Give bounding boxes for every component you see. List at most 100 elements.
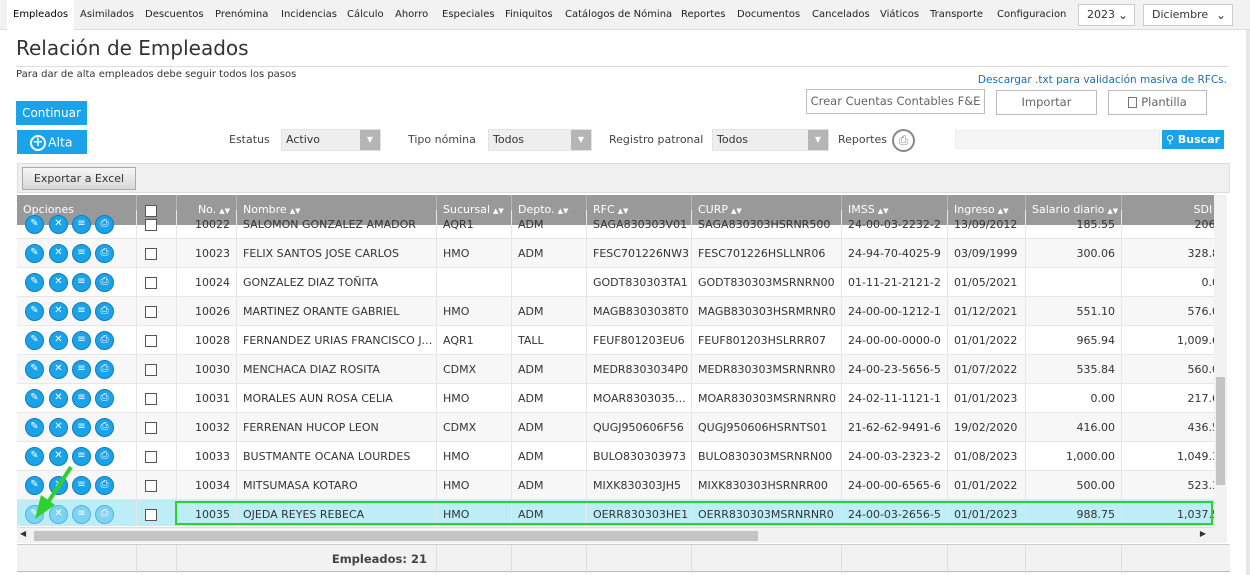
- registro-patronal-select[interactable]: Todos ▼: [712, 129, 829, 151]
- nav-cancelados[interactable]: Cancelados: [812, 0, 870, 30]
- cell-ingreso: 01/05/2021: [948, 268, 1026, 297]
- cell-sucursal: CDMX: [437, 355, 512, 384]
- cell-salario: 185.55: [1026, 210, 1122, 239]
- search-icon: ⚲: [1165, 133, 1175, 146]
- row-checkbox[interactable]: [145, 393, 157, 405]
- search-input[interactable]: [955, 130, 1160, 149]
- table-row[interactable]: ✎ ✕ ≡ ⎙ 10033 BUSTMANTE OCANA LOURDES HMO ADM BU…: [17, 442, 1214, 471]
- printer-icon[interactable]: ⎙: [892, 129, 915, 152]
- cell-depto: ADM: [512, 471, 587, 500]
- year-select[interactable]: 2023 ⌄: [1078, 4, 1135, 26]
- table-row[interactable]: ✎ ✕ ≡ ⎙ 10028 FERNANDEZ URIAS FRANCISCO JA...…: [17, 326, 1214, 355]
- cell-salario: 1,000.00: [1026, 442, 1122, 471]
- nav-documentos[interactable]: Documentos: [737, 0, 800, 30]
- cell-nombre: MORALES AUN ROSA CELIA: [237, 384, 437, 413]
- vertical-scroll-thumb[interactable]: [1216, 377, 1225, 485]
- nav-catalogos[interactable]: Catálogos de Nómina: [565, 0, 672, 30]
- table-row[interactable]: ✎ ✕ ≡ ⎙ 10023 FELIX SANTOS JOSE CARLOS HMO ADM F…: [17, 239, 1214, 268]
- tipo-nomina-label: Tipo nómina: [408, 133, 476, 146]
- cell-ingreso: 01/07/2022: [948, 355, 1026, 384]
- nav-finiquitos[interactable]: Finiquitos: [505, 0, 553, 30]
- cell-salario: 535.84: [1026, 355, 1122, 384]
- table-row[interactable]: ✎ ✕ ≡ ⎙ 10032 FERRENAN HUCOP LEON CDMX ADM QUGJ9…: [17, 413, 1214, 442]
- row-checkbox[interactable]: [145, 364, 157, 376]
- estatus-select[interactable]: Activo ▼: [281, 129, 381, 151]
- cell-rfc: GODT830303TA1: [587, 268, 692, 297]
- cell-sucursal: HMO: [437, 297, 512, 326]
- plantilla-label: Plantilla: [1141, 95, 1187, 109]
- row-select-cell: [137, 384, 177, 413]
- nav-configuracion[interactable]: Configuracion: [997, 0, 1066, 30]
- nav-ahorro[interactable]: Ahorro: [395, 0, 428, 30]
- row-checkbox[interactable]: [145, 219, 157, 231]
- importar-button[interactable]: Importar: [996, 90, 1097, 115]
- row-checkbox[interactable]: [145, 509, 157, 521]
- nav-descuentos[interactable]: Descuentos: [145, 0, 204, 30]
- cell-imss: 21-62-62-9491-6: [842, 413, 948, 442]
- scroll-left-icon[interactable]: ◀: [20, 529, 26, 538]
- cell-rfc: MEDR8303034P0: [587, 355, 692, 384]
- table-row[interactable]: ✎ ✕ ≡ ⎙ 10026 MARTINEZ ORANTE GABRIEL HMO ADM MA…: [17, 297, 1214, 326]
- nav-prenomina[interactable]: Prenómina: [215, 0, 268, 30]
- table-row[interactable]: ✎ ✕ ≡ ⎙ 10031 MORALES AUN ROSA CELIA HMO ADM MOA…: [17, 384, 1214, 413]
- cell-imss: 24-00-03-2323-2: [842, 442, 948, 471]
- continuar-button[interactable]: Continuar: [16, 101, 87, 125]
- cell-sdi: 206.7: [1122, 210, 1215, 239]
- row-select-cell: [137, 500, 177, 526]
- highlight-box: [175, 501, 1213, 525]
- table-row[interactable]: ✎ ✕ ≡ ⎙ 10024 GONZALEZ DIAZ TOÑITA GODT830303T…: [17, 268, 1214, 297]
- cell-depto: ADM: [512, 384, 587, 413]
- table-row[interactable]: ✎ ✕ ≡ ⎙ 10022 SALOMON GONZALEZ AMADOR AQR1 ADM S…: [17, 210, 1214, 239]
- vertical-scrollbar[interactable]: [1214, 195, 1227, 543]
- plantilla-button[interactable]: Plantilla: [1108, 90, 1207, 115]
- row-checkbox[interactable]: [145, 277, 157, 289]
- cell-salario: 0.00: [1026, 384, 1122, 413]
- alta-button[interactable]: + Alta: [17, 130, 87, 154]
- nav-transporte[interactable]: Transporte: [930, 0, 983, 30]
- horizontal-scroll-thumb[interactable]: [34, 531, 758, 541]
- footer-cell: [512, 545, 587, 573]
- nav-reportes[interactable]: Reportes: [681, 0, 726, 30]
- cell-rfc: FESC701226NW3: [587, 239, 692, 268]
- cell-sucursal: HMO: [437, 239, 512, 268]
- cell-sucursal: HMO: [437, 471, 512, 500]
- tipo-nomina-select[interactable]: Todos ▼: [488, 129, 592, 151]
- row-checkbox[interactable]: [145, 306, 157, 318]
- month-select[interactable]: Diciembre ⌄: [1143, 4, 1233, 26]
- row-select-cell: [137, 442, 177, 471]
- page-title: Relación de Empleados: [16, 36, 249, 60]
- table-row[interactable]: ✎ ✕ ≡ ⎙ 10030 MENCHACA DIAZ ROSITA CDMX ADM MEDR…: [17, 355, 1214, 384]
- horizontal-scrollbar[interactable]: ◀ ▶: [17, 527, 1214, 543]
- row-checkbox[interactable]: [145, 335, 157, 347]
- year-value: 2023: [1087, 8, 1115, 21]
- cell-no: 10024: [177, 268, 237, 297]
- top-nav: Empleados Asimilados Descuentos Prenómin…: [0, 0, 1250, 30]
- table-row[interactable]: ✎✕≡⎙10034MITSUMASA KOTAROHMOADMMIXK83030…: [17, 471, 1214, 500]
- cell-depto: ADM: [512, 413, 587, 442]
- nav-incidencias[interactable]: Incidencias: [281, 0, 337, 30]
- cell-no: 10033: [177, 442, 237, 471]
- nav-viaticos[interactable]: Viáticos: [880, 0, 919, 30]
- row-checkbox[interactable]: [145, 248, 157, 260]
- download-rfc-link[interactable]: Descargar .txt para validación masiva de…: [978, 74, 1227, 86]
- scroll-right-icon[interactable]: ▶: [1200, 529, 1206, 538]
- cell-depto: ADM: [512, 442, 587, 471]
- cell-sdi: 523.30: [1122, 471, 1215, 500]
- buscar-button[interactable]: ⚲ Buscar: [1162, 130, 1224, 149]
- crear-cuentas-button[interactable]: Crear Cuentas Contables F&E: [806, 89, 985, 114]
- footer-cell: [437, 545, 512, 573]
- nav-calculo[interactable]: Cálculo: [347, 0, 384, 30]
- exportar-excel-button[interactable]: Exportar a Excel: [22, 167, 136, 190]
- nav-empleados[interactable]: Empleados: [7, 0, 75, 30]
- cell-imss: 24-00-00-0000-0: [842, 326, 948, 355]
- row-checkbox[interactable]: [145, 480, 157, 492]
- cell-salario: 500.00: [1026, 471, 1122, 500]
- row-checkbox[interactable]: [145, 422, 157, 434]
- nav-asimilados[interactable]: Asimilados: [80, 0, 134, 30]
- cell-ingreso: 01/08/2023: [948, 442, 1026, 471]
- nav-especiales[interactable]: Especiales: [442, 0, 495, 30]
- row-checkbox[interactable]: [145, 451, 157, 463]
- alta-label: Alta: [48, 134, 73, 150]
- cell-nombre: MARTINEZ ORANTE GABRIEL: [237, 297, 437, 326]
- cell-nombre: MITSUMASA KOTARO: [237, 471, 437, 500]
